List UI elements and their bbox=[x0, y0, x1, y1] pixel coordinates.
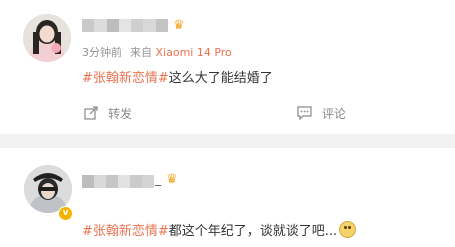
post-card: ♛ 3分钟前 来自 Xiaomi 14 Pro #张翰新恋情#这么大了能结婚了 转… bbox=[0, 0, 455, 134]
avatar[interactable] bbox=[23, 14, 71, 62]
post-text: #张翰新恋情#这么大了能结婚了 bbox=[82, 67, 273, 86]
repost-button[interactable]: 转发 bbox=[84, 100, 132, 126]
topic-link[interactable]: #张翰新恋情# bbox=[82, 71, 169, 86]
source-prefix: 来自 bbox=[130, 46, 152, 59]
topic-link[interactable]: #张翰新恋情# bbox=[82, 224, 169, 239]
post-actions: 转发 评论 bbox=[0, 100, 455, 126]
verified-badge-icon: v bbox=[58, 206, 73, 221]
crown-icon: ♛ bbox=[173, 18, 185, 33]
comment-icon bbox=[297, 106, 312, 120]
post-meta: 3分钟前 来自 Xiaomi 14 Pro bbox=[82, 44, 232, 60]
post-card: v _ ♛ #张翰新恋情#都这个年纪了，谈就谈了吧... bbox=[0, 148, 455, 247]
repost-icon bbox=[84, 106, 98, 120]
post-time: 3分钟前 bbox=[82, 46, 122, 59]
repost-label: 转发 bbox=[108, 106, 133, 121]
crown-icon: ♛ bbox=[166, 172, 178, 187]
thinking-emoji-icon bbox=[339, 221, 357, 238]
comment-button[interactable]: 评论 bbox=[297, 100, 346, 126]
post-body: 都这个年纪了，谈就谈了吧... bbox=[168, 224, 338, 239]
username-suffix: _ bbox=[155, 172, 161, 186]
post-body: 这么大了能结婚了 bbox=[168, 71, 273, 86]
comment-label: 评论 bbox=[322, 106, 347, 121]
username-obscured[interactable] bbox=[82, 175, 154, 188]
username-obscured[interactable] bbox=[82, 19, 168, 32]
device-name[interactable]: Xiaomi 14 Pro bbox=[156, 46, 232, 59]
post-text: #张翰新恋情#都这个年纪了，谈就谈了吧... bbox=[82, 220, 357, 239]
